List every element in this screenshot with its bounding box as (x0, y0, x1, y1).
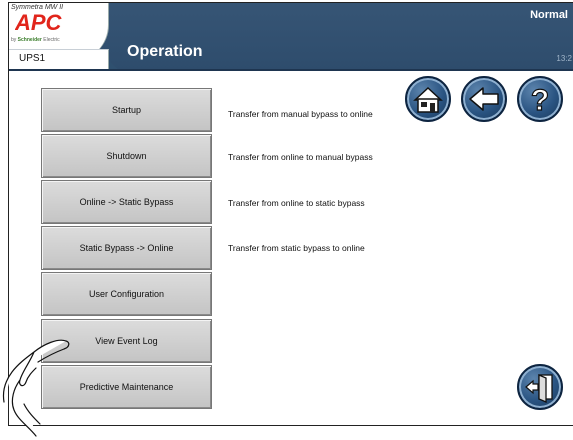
home-icon (413, 86, 443, 113)
shutdown-description: Transfer from online to manual bypass (228, 152, 373, 162)
back-arrow-icon (469, 87, 499, 111)
static-bypass-to-online-description: Transfer from static bypass to online (228, 243, 365, 253)
static-bypass-to-online-button[interactable]: Static Bypass -> Online (41, 226, 212, 270)
help-button[interactable]: ? (517, 76, 563, 122)
logout-button[interactable] (517, 364, 563, 410)
brand-by-prefix: by (11, 37, 17, 43)
shutdown-button[interactable]: Shutdown (41, 134, 212, 178)
schneider-brand-line: by Schneider Electric (11, 37, 60, 43)
product-name: Symmetra MW II (11, 4, 64, 11)
page-title: Operation (127, 43, 203, 60)
online-to-static-bypass-description: Transfer from online to static bypass (228, 198, 365, 208)
startup-button[interactable]: Startup (41, 88, 212, 132)
header-divider (9, 69, 573, 71)
online-to-static-bypass-button[interactable]: Online -> Static Bypass (41, 180, 212, 224)
apc-logo-text: APC (15, 11, 63, 33)
startup-description: Transfer from manual bypass to online (228, 109, 373, 119)
brand-by-name: Schneider (17, 37, 42, 43)
user-configuration-button[interactable]: User Configuration (41, 272, 212, 316)
pointing-hand-icon (2, 339, 70, 437)
brand-by-suffix: Electric (43, 37, 60, 43)
ups-display-screen: Normal Operation 13:2 Symmetra MW II APC… (8, 2, 573, 426)
back-button[interactable] (461, 76, 507, 122)
svg-text:?: ? (531, 84, 549, 117)
help-question-icon: ? (530, 83, 550, 117)
clock-readout: 13:2 (556, 54, 572, 63)
apc-logo: APC (15, 11, 63, 33)
device-name: UPS1 (19, 53, 46, 64)
status-indicator: Normal (530, 9, 568, 21)
home-button[interactable] (405, 76, 451, 122)
logout-door-icon (525, 374, 553, 403)
